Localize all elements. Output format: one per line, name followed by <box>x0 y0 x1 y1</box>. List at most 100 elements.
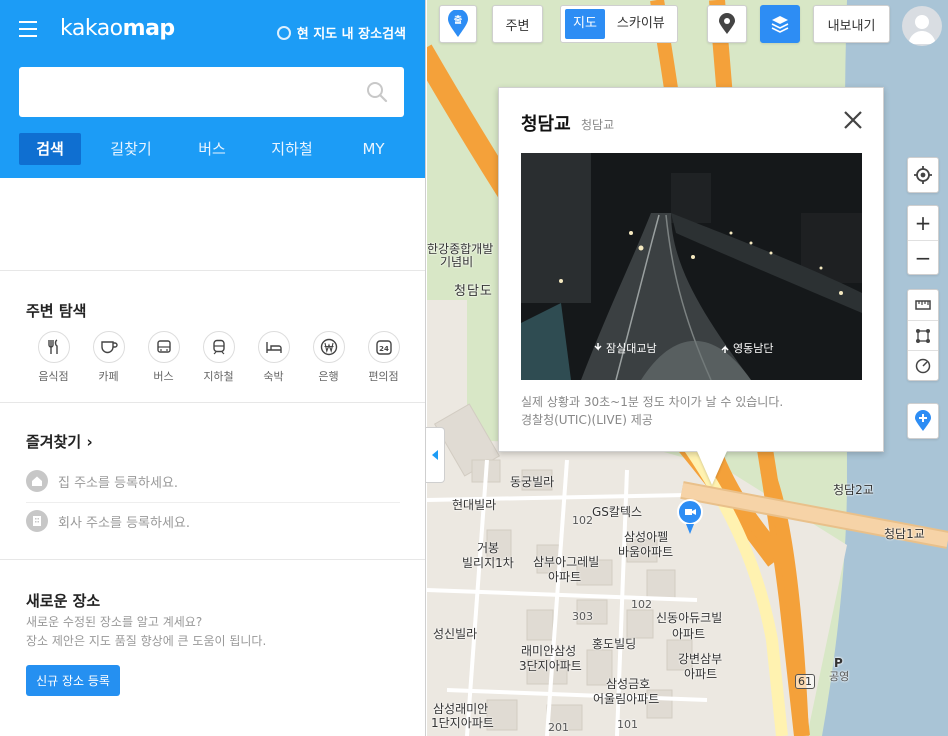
layers-icon <box>771 16 789 33</box>
category-label: 버스 <box>153 370 174 383</box>
popup-pointer <box>697 451 727 485</box>
logo-text-light: kakao <box>60 16 123 41</box>
building-icon <box>26 510 48 532</box>
map-label-raemian1[interactable]: 래미안삼성 <box>521 644 576 659</box>
category-hotel[interactable]: 숙박 <box>246 331 301 384</box>
map-label-memorial[interactable]: 기념비 <box>427 255 473 270</box>
map-label-cheongdam2[interactable]: 청담2교 <box>833 483 874 498</box>
map-type-map[interactable]: 지도 <box>565 9 605 39</box>
roadview-button[interactable] <box>707 5 747 43</box>
tab-search[interactable]: 검색 <box>19 133 81 165</box>
zoom-in-button[interactable]: + <box>908 206 938 240</box>
map-label-hongdo[interactable]: 홍도빌딩 <box>592 637 636 652</box>
category-label: 편의점 <box>368 370 399 383</box>
map-label-samsungkumho2[interactable]: 어울림아파트 <box>593 692 659 707</box>
category-cafe[interactable]: 카페 <box>81 331 136 384</box>
favorite-home-row[interactable]: 집 주소를 등록하세요. <box>26 466 400 496</box>
crosshair-icon <box>914 166 932 184</box>
cctv-video[interactable]: 잠실대교남 영동남단 <box>521 153 862 380</box>
tab-directions[interactable]: 길찾기 <box>81 133 181 165</box>
my-location-button[interactable] <box>908 158 938 192</box>
add-place-button[interactable] <box>908 404 938 438</box>
roadview-pin-icon <box>719 13 735 34</box>
popup-title: 청담교 <box>521 114 571 135</box>
minus-icon: − <box>914 245 932 270</box>
map-label-parking: 공영 <box>829 670 850 683</box>
logo-text-bold: map <box>122 16 176 41</box>
add-place-control <box>907 403 939 439</box>
tab-bus[interactable]: 버스 <box>181 133 243 165</box>
user-avatar[interactable] <box>902 6 942 46</box>
map-label-geobong2[interactable]: 빌리지1차 <box>462 556 514 571</box>
menu-icon[interactable] <box>19 21 37 37</box>
new-place-description: 새로운 수정된 장소를 알고 계세요? 장소 제안은 지도 품질 향상에 큰 도… <box>26 613 266 651</box>
map-label-hyundai[interactable]: 현대빌라 <box>452 498 496 513</box>
map-label-no102a: 102 <box>572 514 593 527</box>
map-label-cheongdam1[interactable]: 청담1교 <box>884 527 925 542</box>
popup-subtitle: 청담교 <box>581 118 615 132</box>
area-icon <box>916 328 930 343</box>
category-bus[interactable]: 버스 <box>136 331 191 384</box>
sidebar-collapse-button[interactable] <box>426 427 445 483</box>
tab-my[interactable]: MY <box>341 133 406 165</box>
category-subway[interactable]: 지하철 <box>191 331 246 384</box>
layers-button[interactable] <box>760 5 800 43</box>
category-bank[interactable]: 은행 <box>301 331 356 384</box>
bus-icon <box>147 331 180 363</box>
register-new-place-button[interactable]: 신규 장소 등록 <box>26 665 120 696</box>
compass-icon <box>915 358 931 373</box>
map-label-no102b: 102 <box>631 598 652 611</box>
start-point-button[interactable]: 출 <box>439 5 477 43</box>
nearby-section: 주변 탐색 음식점 카페 버스 지하철 숙박 은행 24 편의점 <box>0 270 425 403</box>
map-label-gangbyeon1[interactable]: 강변삼부 <box>678 652 722 667</box>
search-box <box>19 67 404 117</box>
map-label-gs[interactable]: GS칼텍스 <box>592 505 642 520</box>
area-measure-button[interactable] <box>908 320 938 350</box>
chevron-right-icon: › <box>86 433 93 451</box>
map-type-skyview[interactable]: 스카이뷰 <box>609 9 673 39</box>
home-icon <box>26 470 48 492</box>
map-label-gangbyeon2[interactable]: 아파트 <box>684 667 717 682</box>
search-input[interactable] <box>19 67 349 117</box>
map-label-shindong1[interactable]: 신동아듀크빌 <box>656 611 722 626</box>
nearby-button[interactable]: 주변 <box>492 5 543 43</box>
map-label-samsungapel2[interactable]: 바움아파트 <box>618 545 673 560</box>
map-label-samsungkumho1[interactable]: 삼성금호 <box>606 677 650 692</box>
nearby-title: 주변 탐색 <box>26 302 87 320</box>
map-label-samboo1[interactable]: 삼부아그레빌 <box>533 555 599 570</box>
map-label-raemian1b1[interactable]: 삼성래미안 <box>433 702 488 717</box>
cctv-label-left: 잠실대교남 <box>606 342 657 355</box>
search-icon[interactable] <box>366 81 388 103</box>
radius-measure-button[interactable] <box>908 350 938 380</box>
favorites-title-link[interactable]: 즐겨찾기 › <box>26 431 93 452</box>
cctv-frame: 잠실대교남 영동남단 <box>521 153 862 380</box>
export-button[interactable]: 내보내기 <box>813 5 890 43</box>
ruler-icon <box>915 300 931 310</box>
category-label: 숙박 <box>263 370 284 383</box>
map-label-samboo2[interactable]: 아파트 <box>548 570 581 585</box>
radio-icon <box>276 25 291 40</box>
search-this-area-toggle[interactable]: 현 지도 내 장소검색 <box>276 23 406 42</box>
kakaomap-logo[interactable]: kakaomap <box>60 16 175 41</box>
new-place-desc-line2: 장소 제안은 지도 품질 향상에 큰 도움이 됩니다. <box>26 634 267 648</box>
category-list: 음식점 카페 버스 지하철 숙박 은행 24 편의점 <box>26 331 411 384</box>
cctv-popup: 청담교 청담교 잠실대교남 영동남단 실제 상황과 30초~1분 정도 차이가 … <box>498 87 884 452</box>
map-label-shindong2[interactable]: 아파트 <box>672 627 705 642</box>
close-icon[interactable] <box>841 108 865 132</box>
category-restaurant[interactable]: 음식점 <box>26 331 81 384</box>
map-label-cheongdamdo[interactable]: 청담도 <box>454 284 493 299</box>
tab-subway[interactable]: 지하철 <box>243 133 341 165</box>
map-label-raemian2[interactable]: 3단지아파트 <box>519 659 582 674</box>
category-label: 음식점 <box>38 370 69 383</box>
map-label-dongkung[interactable]: 동궁빌라 <box>510 475 554 490</box>
favorite-work-row[interactable]: 회사 주소를 등록하세요. <box>26 506 400 536</box>
map-label-raemian1b2[interactable]: 1단지아파트 <box>431 716 494 731</box>
map-label-geobong1[interactable]: 거봉 <box>477 541 499 556</box>
sidebar-tabs: 검색 길찾기 버스 지하철 MY <box>19 133 406 165</box>
map-label-no303: 303 <box>572 610 593 623</box>
zoom-out-button[interactable]: − <box>908 240 938 274</box>
ruler-button[interactable] <box>908 290 938 320</box>
map-label-sungshin[interactable]: 성신빌라 <box>433 627 477 642</box>
map-label-samsungapel1[interactable]: 삼성아펠 <box>624 530 668 545</box>
category-convenience-store[interactable]: 24 편의점 <box>356 331 411 384</box>
